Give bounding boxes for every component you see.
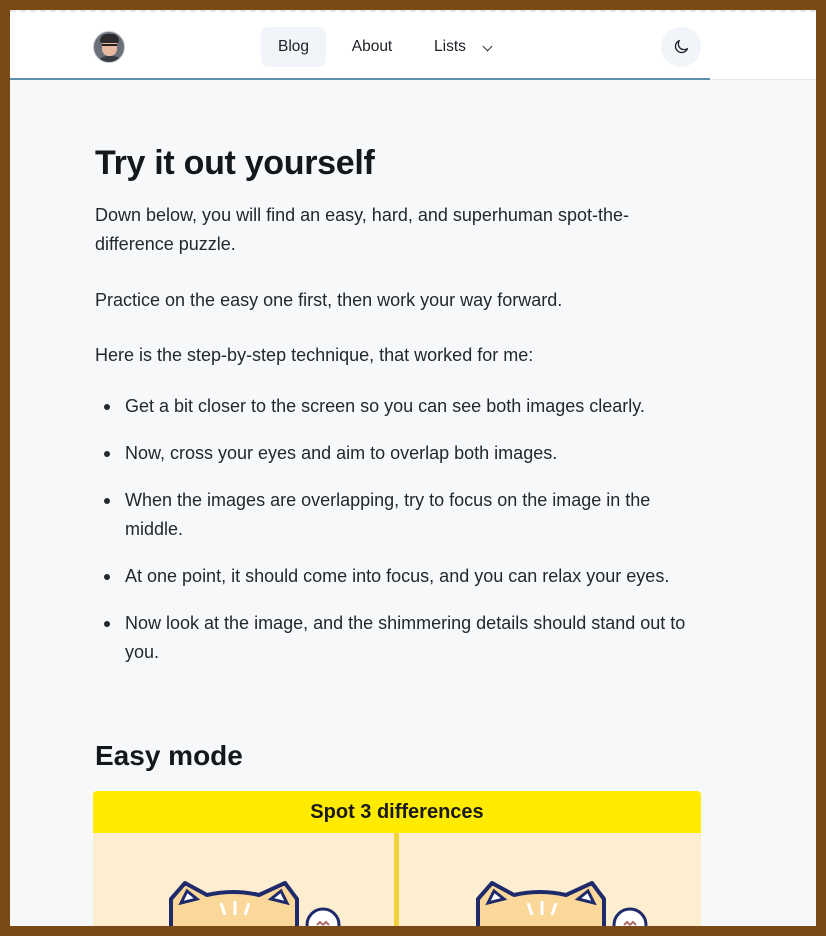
bullet-icon — [104, 621, 110, 627]
technique-paragraph: Here is the step-by-step technique, that… — [95, 345, 534, 365]
list-item: Now, cross your eyes and aim to overlap … — [95, 439, 695, 468]
intro-paragraph: Down below, you will find an easy, hard,… — [95, 205, 629, 254]
cat-illustration-left — [169, 881, 341, 926]
puzzle-divider — [394, 833, 399, 926]
nav-about-link[interactable]: About — [334, 27, 410, 67]
nav-lists-label: Lists — [434, 38, 466, 55]
nav-lists-dropdown[interactable]: Lists — [418, 27, 504, 67]
step-text: Now look at the image, and the shimmerin… — [125, 613, 686, 662]
technique-steps-list: Get a bit closer to the screen so you ca… — [95, 392, 695, 685]
cat-illustration-right — [476, 881, 648, 926]
bullet-icon — [104, 498, 110, 504]
practice-paragraph: Practice on the easy one first, then wor… — [95, 290, 563, 310]
easy-mode-heading: Easy mode — [95, 740, 243, 771]
browser-viewport: Blog About Lists Try it out yourself Dow… — [10, 10, 816, 926]
step-text: When the images are overlapping, try to … — [125, 490, 651, 539]
step-text: Now, cross your eyes and aim to overlap … — [125, 443, 558, 463]
moon-icon — [674, 39, 689, 54]
puzzle-banner: Spot 3 differences — [93, 791, 701, 833]
list-item: Get a bit closer to the screen so you ca… — [95, 392, 695, 421]
theme-toggle-button[interactable] — [661, 27, 701, 67]
easy-puzzle-image: Spot 3 differences — [93, 791, 701, 926]
bullet-icon — [104, 404, 110, 410]
header-dashed-edge — [10, 10, 816, 12]
list-item: When the images are overlapping, try to … — [95, 486, 695, 544]
header-divider — [710, 79, 816, 80]
list-item: Now look at the image, and the shimmerin… — [95, 609, 695, 667]
nav-blog-link[interactable]: Blog — [261, 27, 326, 67]
chevron-down-icon — [482, 41, 493, 52]
bullet-icon — [104, 451, 110, 457]
section-title: Try it out yourself — [95, 144, 375, 182]
site-header: Blog About Lists — [10, 10, 816, 80]
header-accent-line — [10, 78, 710, 80]
bullet-icon — [104, 574, 110, 580]
avatar[interactable] — [93, 31, 125, 63]
step-text: At one point, it should come into focus,… — [125, 566, 670, 586]
step-text: Get a bit closer to the screen so you ca… — [125, 396, 645, 416]
list-item: At one point, it should come into focus,… — [95, 562, 695, 591]
